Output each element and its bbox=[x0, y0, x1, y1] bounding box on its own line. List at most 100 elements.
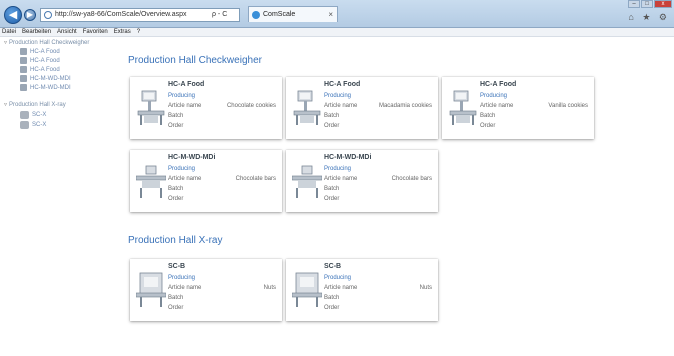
tree-item-hc-a-food-1[interactable]: HC-A Food bbox=[20, 48, 60, 55]
order-label: Order bbox=[168, 123, 184, 129]
forward-button[interactable]: ▶ bbox=[24, 9, 36, 21]
tree-item-label: HC-M-WD-MDI bbox=[30, 75, 71, 82]
tree-item-label: HC-A Food bbox=[30, 66, 60, 73]
menu-favoriten[interactable]: Favoriten bbox=[83, 28, 108, 36]
home-favorites-tools-icons[interactable]: ⌂ ★ ⚙ bbox=[628, 12, 670, 23]
tree-item-hc-m-wd-mdi-2[interactable]: HC-M-WD-MDI bbox=[20, 84, 71, 91]
card-title: SC-B bbox=[168, 263, 186, 270]
batch-label: Batch bbox=[324, 295, 340, 301]
back-button[interactable]: ◀ bbox=[4, 6, 22, 24]
tree-item-sc-x-1[interactable]: SC-X bbox=[20, 111, 46, 119]
machine-card[interactable]: HC-A Food Producing Article name Vanilla… bbox=[442, 77, 594, 139]
checkweigher-machine-icon bbox=[137, 90, 165, 125]
order-label: Order bbox=[480, 123, 496, 129]
article-value: Macadamia cookies bbox=[378, 103, 432, 109]
order-label: Order bbox=[324, 196, 340, 202]
checkweigher-conveyor-icon bbox=[292, 165, 322, 198]
article-label: Article name bbox=[324, 176, 358, 182]
machine-card[interactable]: SC-B Producing Article name Nuts Batch O… bbox=[130, 259, 282, 321]
menu-bearbeiten[interactable]: Bearbeiten bbox=[22, 28, 51, 36]
tree-group-label: Production Hall X-ray bbox=[9, 102, 66, 108]
menu-extras[interactable]: Extras bbox=[114, 28, 131, 36]
maximize-button[interactable]: □ bbox=[641, 0, 653, 8]
order-label: Order bbox=[324, 123, 340, 129]
machine-card[interactable]: SC-B Producing Article name Nuts Batch O… bbox=[286, 259, 438, 321]
card-status: Producing bbox=[324, 275, 352, 281]
article-value: Chocolate bars bbox=[235, 176, 276, 182]
article-label: Article name bbox=[168, 285, 202, 291]
machine-card[interactable]: HC-A Food Producing Article name Macadam… bbox=[286, 77, 438, 139]
batch-label: Batch bbox=[168, 186, 184, 192]
tree-item-label: SC-X bbox=[32, 112, 47, 118]
address-actions[interactable]: ρ - C bbox=[212, 8, 227, 22]
checkweigher-icon bbox=[20, 57, 27, 64]
machine-card[interactable]: HC-M-WD-MDi Producing Article name Choco… bbox=[130, 150, 282, 212]
tree-group-label: Production Hall Checkweigher bbox=[9, 40, 90, 46]
batch-label: Batch bbox=[324, 113, 340, 119]
card-title: HC-M-WD-MDi bbox=[324, 154, 372, 161]
xray-machine-icon bbox=[20, 111, 29, 119]
order-label: Order bbox=[168, 196, 184, 202]
menu-help[interactable]: ? bbox=[137, 28, 140, 36]
tab-comscale[interactable]: ComScale × bbox=[248, 6, 338, 22]
article-value: Vanilla cookies bbox=[548, 103, 588, 109]
xray-machine-icon bbox=[20, 121, 29, 129]
card-status: Producing bbox=[324, 166, 352, 172]
batch-label: Batch bbox=[168, 295, 184, 301]
menu-datei[interactable]: Datei bbox=[2, 28, 16, 36]
collapse-arrow-icon[interactable]: ▿ bbox=[4, 102, 7, 108]
minimize-button[interactable]: – bbox=[628, 0, 640, 8]
batch-label: Batch bbox=[324, 186, 340, 192]
browser-titlebar: ◀ ▶ http://sw-ya8-66/ComScale/Overview.a… bbox=[0, 0, 674, 28]
article-value: Chocolate cookies bbox=[226, 103, 276, 109]
article-label: Article name bbox=[168, 176, 202, 182]
tree-group-checkweigher[interactable]: ▿ Production Hall Checkweigher bbox=[4, 39, 89, 46]
tree-group-xray[interactable]: ▿ Production Hall X-ray bbox=[4, 101, 66, 108]
order-label: Order bbox=[324, 305, 340, 311]
card-title: HC-A Food bbox=[480, 81, 517, 88]
card-title: HC-M-WD-MDi bbox=[168, 154, 216, 161]
menu-ansicht[interactable]: Ansicht bbox=[57, 28, 77, 36]
batch-label: Batch bbox=[480, 113, 496, 119]
xray-machine-icon bbox=[292, 272, 322, 307]
article-label: Article name bbox=[168, 103, 202, 109]
checkweigher-icon bbox=[20, 84, 27, 91]
tree-item-hc-a-food-3[interactable]: HC-A Food bbox=[20, 66, 60, 73]
card-title: HC-A Food bbox=[324, 81, 361, 88]
checkweigher-icon bbox=[20, 48, 27, 55]
article-label: Article name bbox=[324, 285, 358, 291]
card-title: HC-A Food bbox=[168, 81, 205, 88]
browser-window: ◀ ▶ http://sw-ya8-66/ComScale/Overview.a… bbox=[0, 0, 674, 356]
tab-close-icon[interactable]: × bbox=[328, 7, 333, 22]
tab-favicon-icon bbox=[252, 11, 260, 19]
collapse-arrow-icon[interactable]: ▿ bbox=[4, 40, 7, 46]
machine-card[interactable]: HC-M-WD-MDi Producing Article name Choco… bbox=[286, 150, 438, 212]
tab-title: ComScale bbox=[263, 11, 296, 18]
checkweigher-conveyor-icon bbox=[136, 165, 166, 198]
checkweigher-machine-icon bbox=[449, 90, 477, 125]
section-title-xray: Production Hall X-ray bbox=[128, 235, 223, 246]
tree-item-label: HC-M-WD-MDI bbox=[30, 84, 71, 91]
address-text: http://sw-ya8-66/ComScale/Overview.aspx bbox=[55, 11, 187, 18]
navigation-tree: ▿ Production Hall Checkweigher HC-A Food … bbox=[0, 37, 110, 356]
article-label: Article name bbox=[324, 103, 358, 109]
card-status: Producing bbox=[480, 93, 508, 99]
close-window-button[interactable]: x bbox=[654, 0, 672, 8]
tree-item-hc-a-food-2[interactable]: HC-A Food bbox=[20, 57, 60, 64]
batch-label: Batch bbox=[168, 113, 184, 119]
checkweigher-machine-icon bbox=[293, 90, 321, 125]
article-value: Nuts bbox=[419, 285, 432, 291]
tree-item-hc-m-wd-mdi-1[interactable]: HC-M-WD-MDI bbox=[20, 75, 71, 82]
card-status: Producing bbox=[168, 275, 196, 281]
section-title-checkweigher: Production Hall Checkweigher bbox=[128, 55, 262, 66]
article-value: Nuts bbox=[263, 285, 276, 291]
machine-card[interactable]: HC-A Food Producing Article name Chocola… bbox=[130, 77, 282, 139]
article-value: Chocolate bars bbox=[391, 176, 432, 182]
checkweigher-icon bbox=[20, 75, 27, 82]
menu-bar: Datei Bearbeiten Ansicht Favoriten Extra… bbox=[0, 28, 674, 37]
xray-machine-icon bbox=[136, 272, 166, 307]
tree-item-label: HC-A Food bbox=[30, 57, 60, 64]
card-status: Producing bbox=[324, 93, 352, 99]
address-bar[interactable]: http://sw-ya8-66/ComScale/Overview.aspx bbox=[40, 8, 240, 22]
tree-item-sc-x-2[interactable]: SC-X bbox=[20, 121, 46, 129]
